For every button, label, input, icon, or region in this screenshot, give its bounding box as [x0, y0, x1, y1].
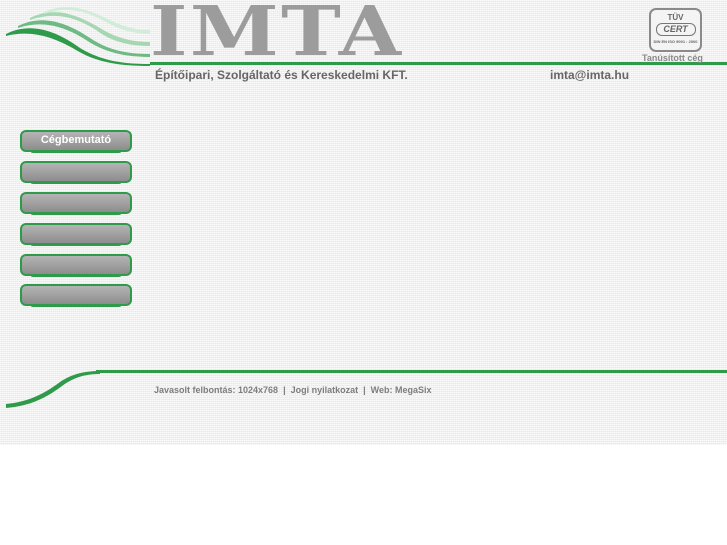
nav-button-2[interactable] — [20, 161, 132, 184]
nav-button-6[interactable] — [20, 284, 132, 307]
cert-caption: Tanúsított cég — [642, 53, 703, 63]
nav-button-cegbemutato[interactable]: Cégbemutató — [20, 130, 132, 153]
cert-badge-standard: DIN EN ISO 9001 : 2000 — [653, 39, 698, 44]
tuv-cert-icon: TÜV CERT DIN EN ISO 9001 : 2000 — [649, 8, 702, 52]
contact-email[interactable]: imta@imta.hu — [550, 68, 629, 82]
footer-wave-graphic — [6, 371, 100, 408]
legal-notice-link[interactable]: Jogi nyilatkozat — [291, 385, 359, 395]
footer-separator: | — [283, 385, 286, 395]
nav-button-3[interactable] — [20, 192, 132, 215]
company-tagline: Építőipari, Szolgáltató és Kereskedelmi … — [155, 68, 408, 82]
page-background: IMTA Építőipari, Szolgáltató és Keresked… — [0, 0, 727, 445]
cert-badge-top: TÜV — [667, 13, 684, 22]
header-divider — [150, 62, 727, 65]
web-credit-link[interactable]: Web: MegaSix — [371, 385, 432, 395]
logo-waves-graphic — [6, 6, 150, 67]
company-logo-text: IMTA — [150, 0, 404, 72]
footer-divider — [96, 370, 727, 373]
nav-button-4[interactable] — [20, 223, 132, 246]
nav-button-5[interactable] — [20, 254, 132, 277]
footer: Javasolt felbontás: 1024x768 | Jogi nyilat… — [154, 385, 432, 395]
footer-resolution-text: Javasolt felbontás: 1024x768 — [154, 385, 279, 395]
footer-separator: | — [363, 385, 366, 395]
cert-badge-main: CERT — [655, 23, 696, 36]
